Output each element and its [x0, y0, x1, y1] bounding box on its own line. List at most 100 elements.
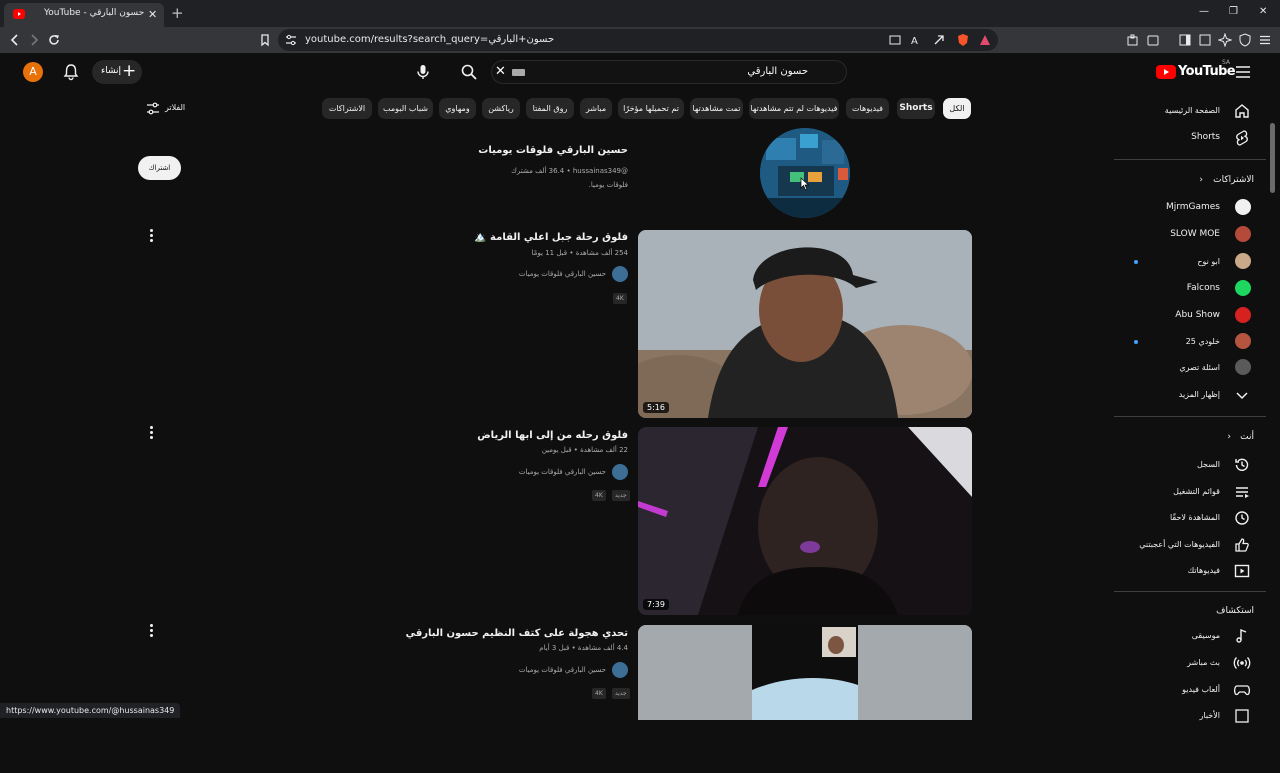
browser-tab[interactable]: YouTube - حسون البارقي ✕	[4, 3, 164, 27]
chip-shorts[interactable]: Shorts	[897, 98, 935, 119]
video-meta-1: 254 ألف مشاهدة • قبل 11 يومًا	[531, 249, 628, 257]
sidebar-item-label: MjrmGames	[1165, 202, 1220, 212]
sidebar-item-label: Abu Show	[1175, 310, 1220, 320]
channel-avatar	[1235, 333, 1251, 349]
new-tab-icon[interactable]: +	[171, 4, 184, 22]
channel-name[interactable]: حسين البارقي فلوقات يوميات	[478, 145, 628, 156]
bookmark-icon[interactable]	[258, 33, 272, 47]
clear-search-icon[interactable]: ✕	[495, 64, 506, 79]
video-channel-3[interactable]: حسين البارقي فلوقات يوميات	[519, 662, 628, 678]
create-button[interactable]: + إنشاء	[92, 60, 142, 84]
video-title-2[interactable]: فلوق رحله من إلى ابها الرياض	[477, 430, 628, 441]
video-thumbnail-1[interactable]: 5:16	[638, 230, 972, 418]
tab-close-icon[interactable]: ✕	[148, 8, 157, 21]
sidebar-item-music[interactable]: موسيقى	[1114, 623, 1266, 649]
channel-icon	[612, 464, 628, 480]
search-icon[interactable]	[460, 63, 478, 81]
sidebar-sub-kholoudi[interactable]: خلودي 25	[1114, 329, 1266, 355]
share-icon[interactable]	[932, 33, 946, 47]
sidebar-sub-slow-moe[interactable]: SLOW MOE	[1114, 222, 1266, 248]
sidebar-sub-falcons[interactable]: Falcons	[1114, 276, 1266, 302]
sidebar-item-label: اسئلة تصري	[1179, 363, 1220, 372]
video-title-3[interactable]: تحدي هجولة على كتف النظيم حسون البارقي	[406, 628, 628, 639]
video-thumbnail-3[interactable]	[638, 625, 972, 720]
sidebar-item-your-videos[interactable]: فيديوهاتك	[1114, 558, 1266, 584]
site-info-icon[interactable]	[284, 33, 298, 47]
window-close-icon[interactable]: ✕	[1259, 6, 1267, 17]
brave-rewards-icon[interactable]	[978, 33, 992, 47]
chip-2[interactable]: ومهاوي	[439, 98, 476, 119]
subscriptions-header[interactable]: الاشتراكات	[1213, 175, 1254, 185]
tab-title: YouTube - حسون البارقي	[44, 8, 145, 18]
chip-1[interactable]: روق المفتا	[526, 98, 574, 119]
page-scrollbar[interactable]	[1269, 113, 1276, 773]
chip-unwatched[interactable]: فيديوهات لم تتم مشاهدتها	[749, 98, 839, 119]
browser-menu-icon[interactable]	[1258, 33, 1272, 47]
keyboard-icon[interactable]	[512, 69, 525, 76]
chip-recently-uploaded[interactable]: تم تحميلها مؤخرًا	[618, 98, 684, 119]
sidebar-sub-abu-noah[interactable]: ابو نوح	[1114, 249, 1266, 275]
search-input[interactable]: ✕ حسون البارقي	[491, 60, 847, 84]
chip-reaction[interactable]: رياكشن	[482, 98, 520, 119]
sidebar-sub-mjrmgames[interactable]: MjrmGames	[1114, 195, 1266, 221]
sidebar-item-live[interactable]: بث مباشر	[1114, 650, 1266, 676]
subscribe-button[interactable]: اشتراك	[138, 156, 181, 180]
chip-subscriptions[interactable]: الاشتراكات	[322, 98, 372, 119]
leo-ai-icon[interactable]	[1218, 33, 1232, 47]
video-menu-icon-1[interactable]	[149, 229, 154, 243]
gaming-icon	[1233, 685, 1251, 696]
account-avatar[interactable]: A	[23, 62, 43, 82]
video-title-1[interactable]: فلوق رحلة جبل اعلي القامة 🏔️	[474, 232, 628, 243]
sidebar-item-shorts[interactable]: Shorts	[1114, 125, 1266, 151]
sidebar-item-liked-videos[interactable]: الفيديوهات التي أعجبتني	[1114, 532, 1266, 558]
back-icon[interactable]	[8, 33, 22, 47]
reload-icon[interactable]	[47, 33, 61, 47]
chip-videos[interactable]: فيديوهات	[846, 98, 889, 119]
filters-sliders-icon	[147, 102, 159, 115]
live-icon	[1233, 657, 1251, 669]
sidebar-item-label: المشاهدة لاحقًا	[1169, 513, 1220, 522]
video-thumbnail-2[interactable]: 7:39	[638, 427, 972, 615]
sidebar-item-playlists[interactable]: قوائم التشغيل	[1114, 479, 1266, 505]
sidebar-sub-abu-show[interactable]: Abu Show	[1114, 303, 1266, 329]
sidebar-item-news[interactable]: الأخبار	[1114, 703, 1266, 729]
video-duration-2: 7:39	[643, 599, 669, 610]
address-bar[interactable]: youtube.com/results?search_query=حسون+ال…	[278, 29, 998, 51]
sidebar-item-gaming[interactable]: ألعاب فيديو	[1114, 677, 1266, 703]
guide-menu-icon[interactable]	[1235, 65, 1251, 79]
sidebar-show-more[interactable]: إظهار المزيد	[1114, 382, 1266, 408]
chevron-right-icon: ›	[1199, 175, 1203, 185]
sidebar-toggle-icon[interactable]	[1178, 33, 1192, 47]
forward-icon[interactable]	[27, 33, 41, 47]
wallet-icon[interactable]	[1146, 33, 1160, 47]
badge-4k-1: 4K	[613, 293, 627, 304]
channel-avatar[interactable]	[760, 128, 850, 218]
sidebar-item-home[interactable]: الصفحة الرئيسية	[1114, 98, 1266, 124]
vpn-icon[interactable]	[1238, 33, 1252, 47]
chip-3[interactable]: شباب البومب	[378, 98, 433, 119]
video-channel-1[interactable]: حسين البارقي فلوقات يوميات	[519, 266, 628, 282]
video-thumbnail-picture-3	[638, 625, 972, 720]
reader-icon[interactable]	[1198, 33, 1212, 47]
you-header[interactable]: أنت	[1240, 432, 1254, 442]
cast-icon[interactable]	[888, 33, 902, 47]
sidebar-item-watch-later[interactable]: المشاهدة لاحقًا	[1114, 505, 1266, 531]
chip-all[interactable]: الكل	[943, 98, 971, 119]
video-menu-icon-2[interactable]	[149, 426, 154, 440]
chip-live[interactable]: مباشر	[580, 98, 612, 119]
scrollbar-thumb[interactable]	[1270, 123, 1275, 193]
translate-icon[interactable]: A	[910, 33, 924, 47]
sidebar-item-label: فيديوهاتك	[1187, 566, 1220, 575]
extensions-icon[interactable]	[1126, 33, 1140, 47]
restore-icon[interactable]: ❐	[1229, 6, 1238, 17]
notifications-bell-icon[interactable]	[62, 63, 80, 81]
brave-shield-icon[interactable]	[956, 33, 970, 47]
sidebar-item-history[interactable]: السجل	[1114, 452, 1266, 478]
voice-search-mic-icon[interactable]	[414, 63, 432, 81]
sidebar-sub-questions[interactable]: اسئلة تصري	[1114, 355, 1266, 381]
video-menu-icon-3[interactable]	[149, 624, 154, 638]
badge-new-3: جديد	[612, 688, 630, 699]
minimize-icon[interactable]: —	[1199, 6, 1209, 17]
chip-watched[interactable]: تمت مشاهدتها	[690, 98, 743, 119]
video-channel-2[interactable]: حسين البارقي فلوقات يوميات	[519, 464, 628, 480]
